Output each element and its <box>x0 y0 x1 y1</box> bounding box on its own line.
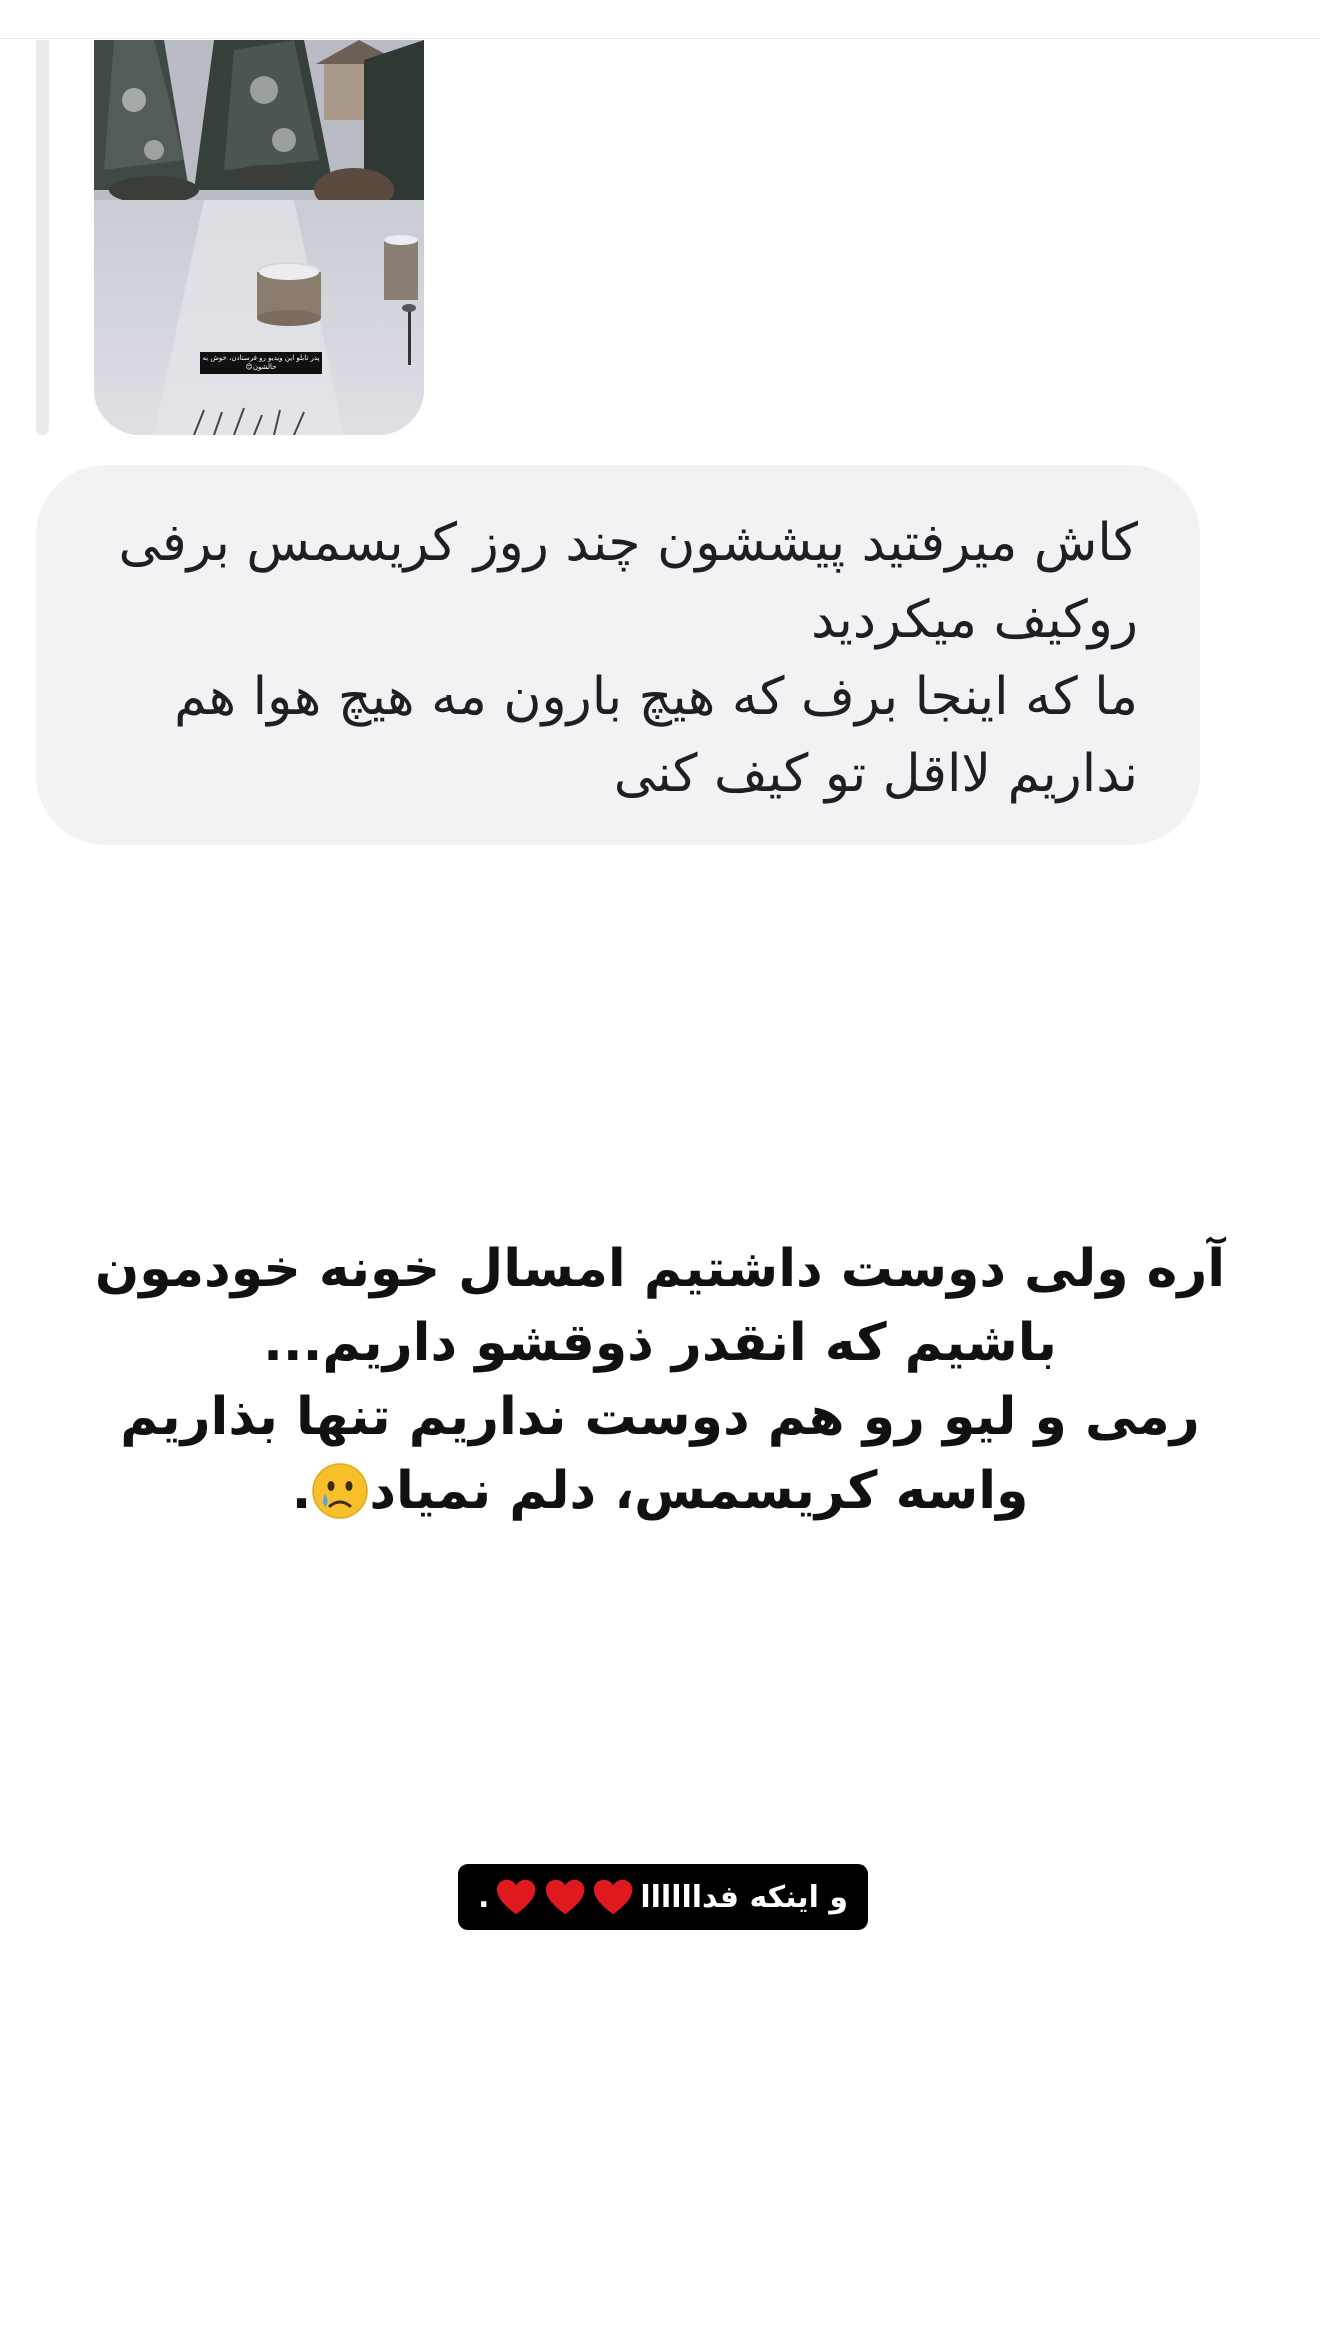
red-heart-icon <box>545 1879 585 1915</box>
story-caption-text: آره ولی دوست داشتیم امسال خونه خودمون با… <box>60 1232 1260 1528</box>
shared-story-thumbnail[interactable]: پدر تابلو این ویدیو رو فرستادن، خوش به ح… <box>94 40 424 435</box>
story-caption-lines: آره ولی دوست داشتیم امسال خونه خودمون با… <box>94 1239 1226 1521</box>
sticker-badge-text: و اینکه فداااااا <box>640 1879 848 1915</box>
sticker-badge: و اینکه فداااااا . <box>458 1864 868 1930</box>
story-caption: پدر تابلو این ویدیو رو فرستادن، خوش به ح… <box>200 352 322 374</box>
reply-message-bubble[interactable]: کاش میرفتید پیششون چند روز کریسمس برفی ر… <box>36 465 1200 845</box>
red-heart-icon <box>497 1879 536 1915</box>
sad-tear-face-icon <box>312 1463 369 1519</box>
sticker-badge-dot: . <box>478 1879 490 1915</box>
story-end-punctuation: . <box>291 1461 312 1521</box>
top-divider <box>0 38 1320 39</box>
reply-quote-line <box>36 40 49 435</box>
reply-message-text: کاش میرفتید پیششون چند روز کریسمس برفی ر… <box>118 513 1138 804</box>
red-heart-icon <box>593 1879 633 1915</box>
snowy-garden-image <box>94 40 424 435</box>
